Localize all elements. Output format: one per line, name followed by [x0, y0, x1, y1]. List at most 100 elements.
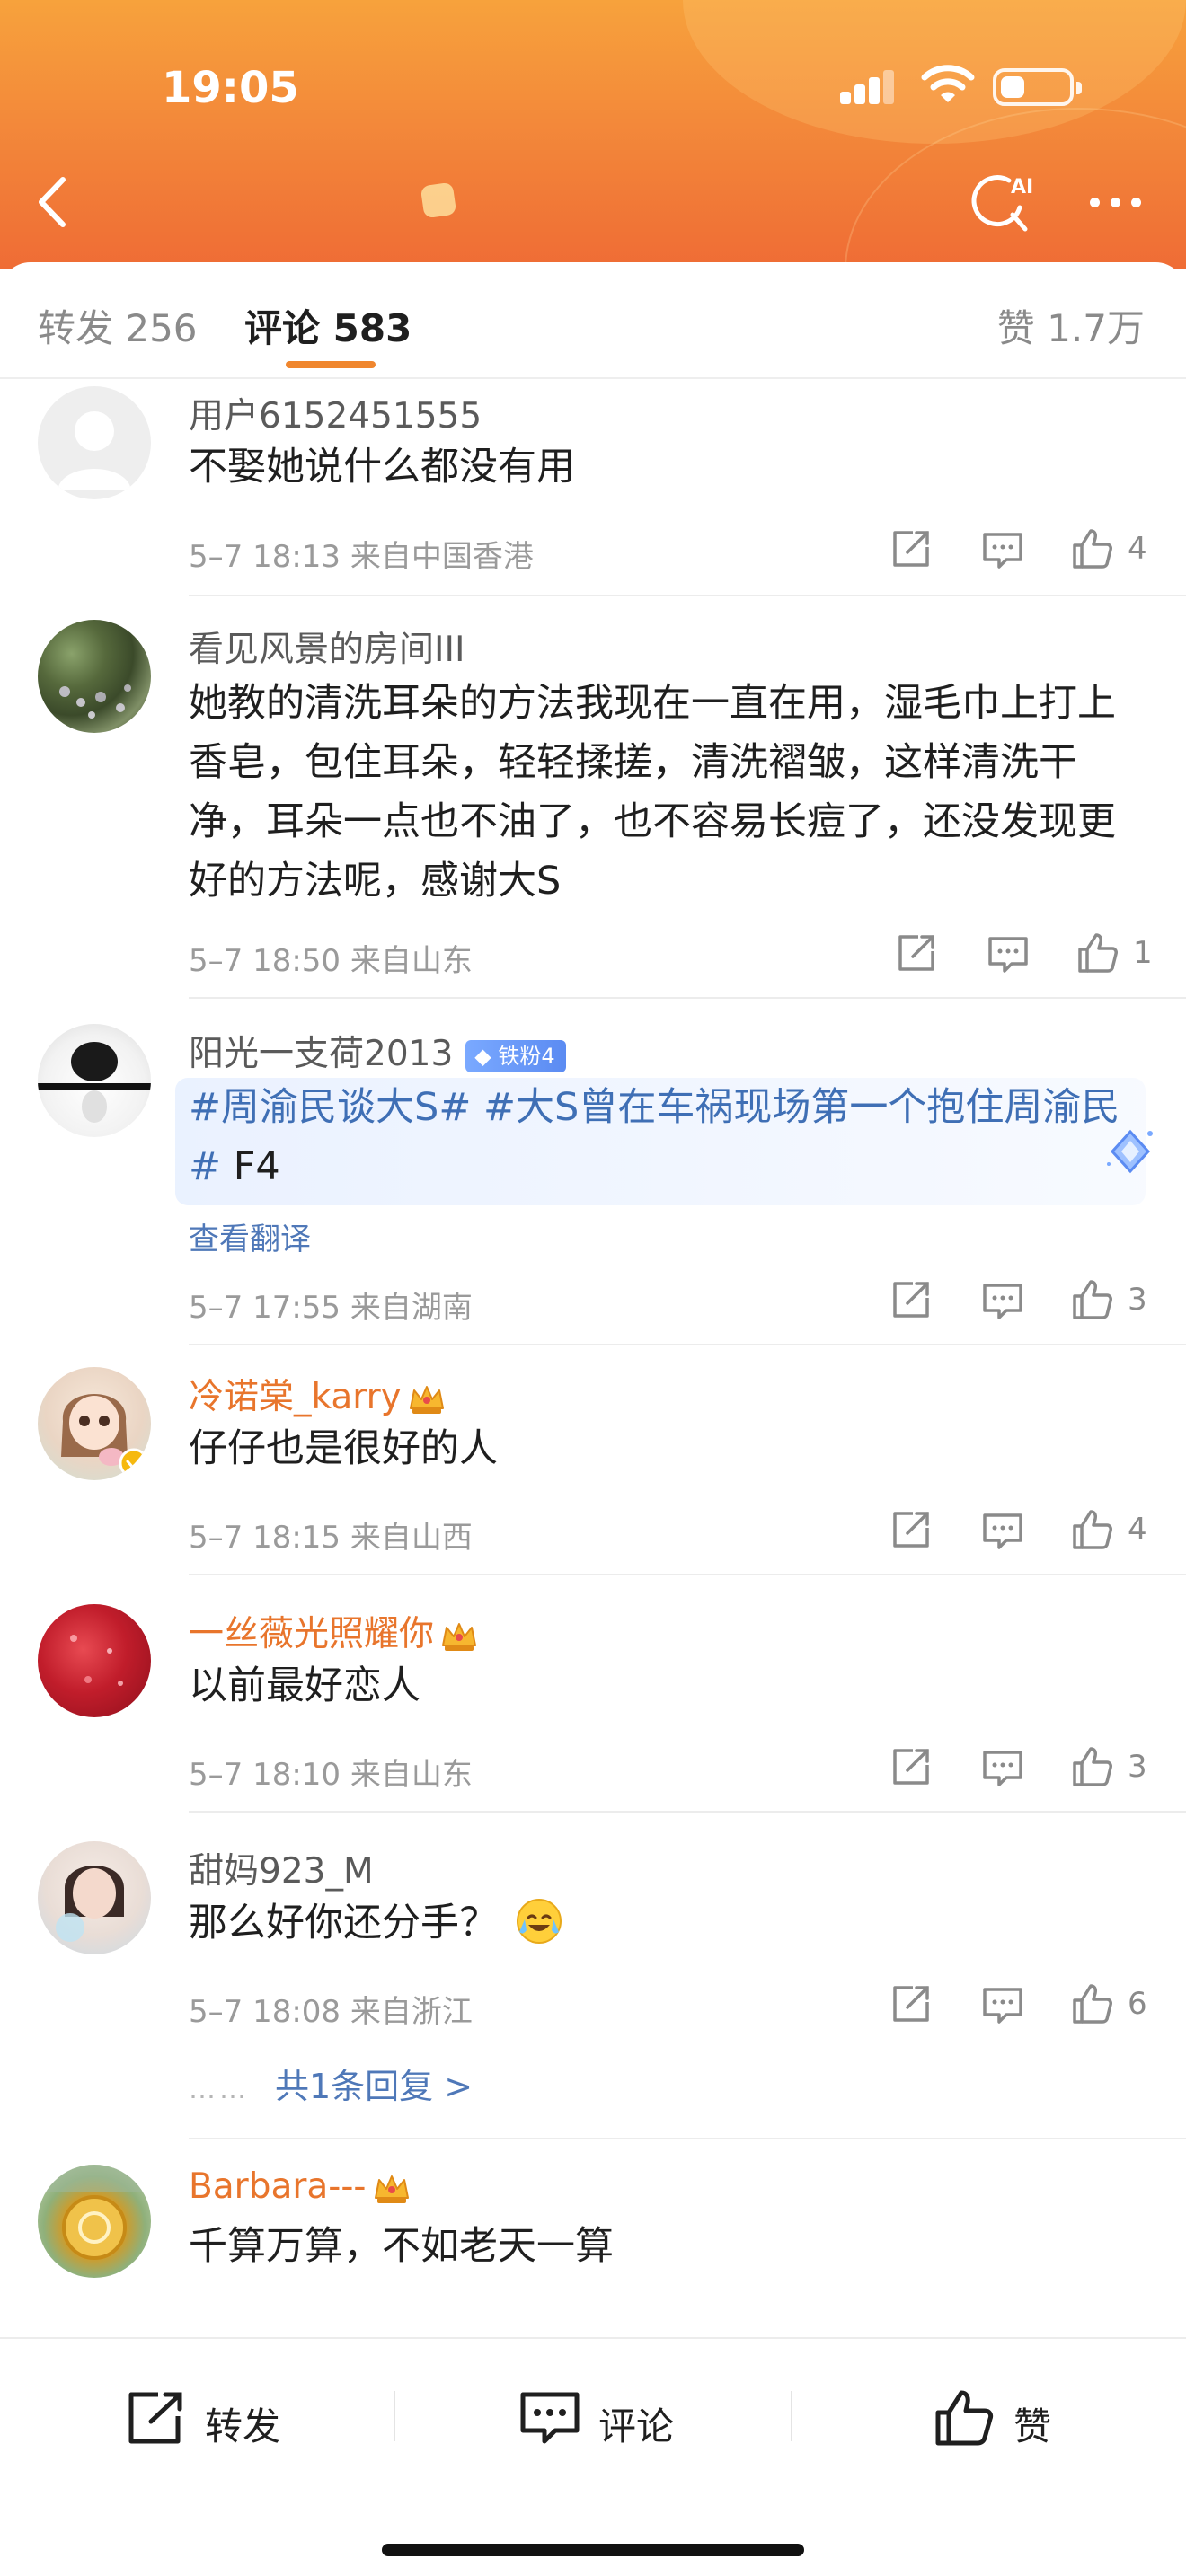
share-icon	[128, 2392, 182, 2444]
share-icon[interactable]	[888, 1506, 934, 1553]
share-icon[interactable]	[888, 1276, 934, 1323]
divider	[189, 1811, 1186, 1813]
status-time: 19:05	[162, 63, 299, 113]
more-icon[interactable]	[1083, 180, 1150, 225]
comment-list: 用户6152451555 不娶她说什么都没有用 5–7 18:13 来自中国香港…	[0, 379, 1186, 2337]
avatar-portrait-image	[38, 1042, 151, 1123]
like-count: 6	[1128, 1986, 1147, 2022]
reply-dots: ……	[189, 2074, 250, 2105]
tab-like[interactable]: 赞 1.7万	[997, 298, 1145, 353]
share-icon[interactable]	[893, 930, 940, 976]
reply-icon[interactable]	[979, 1743, 1026, 1790]
divider	[189, 1344, 1186, 1345]
avatar-photo-image	[56, 1866, 125, 1942]
tab-comment[interactable]: 评论 583	[244, 298, 412, 353]
divider	[189, 595, 1186, 596]
comment-text: 不娶她说什么都没有用	[189, 445, 575, 490]
divider	[189, 997, 1186, 999]
like-icon[interactable]	[1069, 1276, 1116, 1323]
comment-username[interactable]: 看见风景的房间III	[189, 622, 465, 672]
status-bar: 19:05	[0, 0, 1186, 171]
avatar[interactable]	[38, 620, 151, 733]
divider	[189, 2138, 1186, 2139]
like-count: 4	[1128, 531, 1147, 567]
like-icon[interactable]	[1069, 525, 1116, 572]
repost-label: 转发	[205, 2404, 281, 2448]
avatar-coin-image	[38, 2165, 151, 2260]
divider	[791, 2391, 792, 2441]
comment-text: 她教的清洗耳朵的方法我现在一直在用，湿毛巾上打上香皂，包住耳朵，轻轻揉搓，清洗褶…	[189, 681, 1116, 904]
crown-icon	[374, 2175, 409, 2203]
repost-button[interactable]: 转发	[126, 2382, 305, 2454]
comment-meta: 5–7 18:50 来自山东	[189, 943, 473, 979]
comment-actions: 1	[886, 930, 1155, 984]
like-icon[interactable]	[1069, 1506, 1116, 1553]
comment-username-text[interactable]: 阳光一支荷2013	[189, 1034, 453, 1074]
avatar[interactable]	[38, 386, 151, 499]
comment-text-tail: F4	[221, 1144, 280, 1189]
comment-username[interactable]: 甜妈923_M	[189, 1843, 374, 1893]
translate-link[interactable]: 查看翻译	[189, 1214, 311, 1258]
comment-username: 阳光一支荷2013 ◆ 铁粉4	[189, 1026, 566, 1076]
tab-repost[interactable]: 转发 256	[38, 298, 198, 353]
reply-icon[interactable]	[979, 1981, 1026, 2027]
reply-icon	[520, 2392, 580, 2444]
comment-text: 以前最好恋人	[189, 1663, 420, 1708]
comment-meta: 5–7 18:10 来自山东	[189, 1757, 473, 1793]
avatar-red-image	[70, 1635, 123, 1686]
fan-badge[interactable]: ◆ 铁粉4	[465, 1039, 566, 1072]
like-count: 3	[1128, 1749, 1147, 1785]
svg-text:AI: AI	[1011, 176, 1033, 198]
like-count: 3	[1128, 1282, 1147, 1318]
avatar[interactable]	[38, 1841, 151, 1954]
like-icon[interactable]	[1069, 1981, 1116, 2027]
comment-meta: 5–7 18:15 来自山西	[189, 1520, 473, 1556]
avatar[interactable]	[38, 1367, 151, 1480]
laugh-cry-emoji-icon	[517, 1899, 562, 1944]
back-icon[interactable]	[27, 171, 81, 234]
header: 19:05 AI	[0, 0, 1186, 269]
avatar[interactable]	[38, 1604, 151, 1717]
like-icon[interactable]	[1069, 1743, 1116, 1790]
wifi-icon	[921, 65, 975, 102]
comment-username[interactable]: 用户6152451555	[189, 388, 482, 438]
comment-username: 冷诺棠_karry	[189, 1369, 447, 1419]
comment-text: 仔仔也是很好的人	[189, 1426, 498, 1471]
like-count: 1	[1133, 935, 1153, 971]
comment-text: 千算万算，不如老天一算	[189, 2224, 614, 2269]
reply-icon[interactable]	[985, 930, 1031, 976]
comment-button[interactable]: 评论	[519, 2382, 699, 2454]
home-indicator	[382, 2544, 804, 2556]
like-icon	[935, 2390, 994, 2446]
verified-badge-icon	[119, 1448, 149, 1478]
divider	[189, 1574, 1186, 1575]
reply-icon[interactable]	[979, 525, 1026, 572]
reply-icon[interactable]	[979, 1276, 1026, 1323]
avatar[interactable]	[38, 1024, 151, 1137]
like-label: 赞	[1013, 2404, 1052, 2448]
view-replies-link[interactable]: …… 共1条回复 >	[189, 2059, 473, 2108]
divider	[394, 2391, 395, 2441]
comment-actions: 3	[881, 1276, 1150, 1330]
comment-username-text[interactable]: 一丝薇光照耀你	[189, 1614, 434, 1654]
view-replies-label: 共1条回复 >	[275, 2067, 474, 2106]
reply-icon[interactable]	[979, 1506, 1026, 1553]
like-button[interactable]: 赞	[934, 2382, 1078, 2454]
hashtag-link[interactable]: #周渝民谈大S#	[189, 1085, 471, 1130]
comment-label: 评论	[598, 2404, 675, 2448]
share-icon[interactable]	[888, 1743, 934, 1790]
share-icon[interactable]	[888, 525, 934, 572]
avatar-scenery-image	[59, 684, 131, 719]
comment-text: #周渝民谈大S# #大S曾在车祸现场第一个抱住周渝民# F4	[189, 1078, 1141, 1196]
ai-search-icon[interactable]: AI	[966, 166, 1038, 238]
header-decoration	[420, 181, 457, 219]
avatar[interactable]	[38, 2165, 151, 2278]
comment-username-text[interactable]: Barbara---	[189, 2166, 367, 2207]
like-icon[interactable]	[1075, 930, 1121, 976]
comment-actions: 4	[881, 525, 1150, 579]
share-icon[interactable]	[888, 1981, 934, 2027]
comment-meta: 5–7 18:08 来自浙江	[189, 1994, 473, 2030]
comment-text-body: 那么好你还分手？	[189, 1901, 498, 1945]
comment-username-text[interactable]: 冷诺棠_karry	[189, 1377, 402, 1417]
comment-text: 那么好你还分手？	[189, 1893, 1141, 1953]
